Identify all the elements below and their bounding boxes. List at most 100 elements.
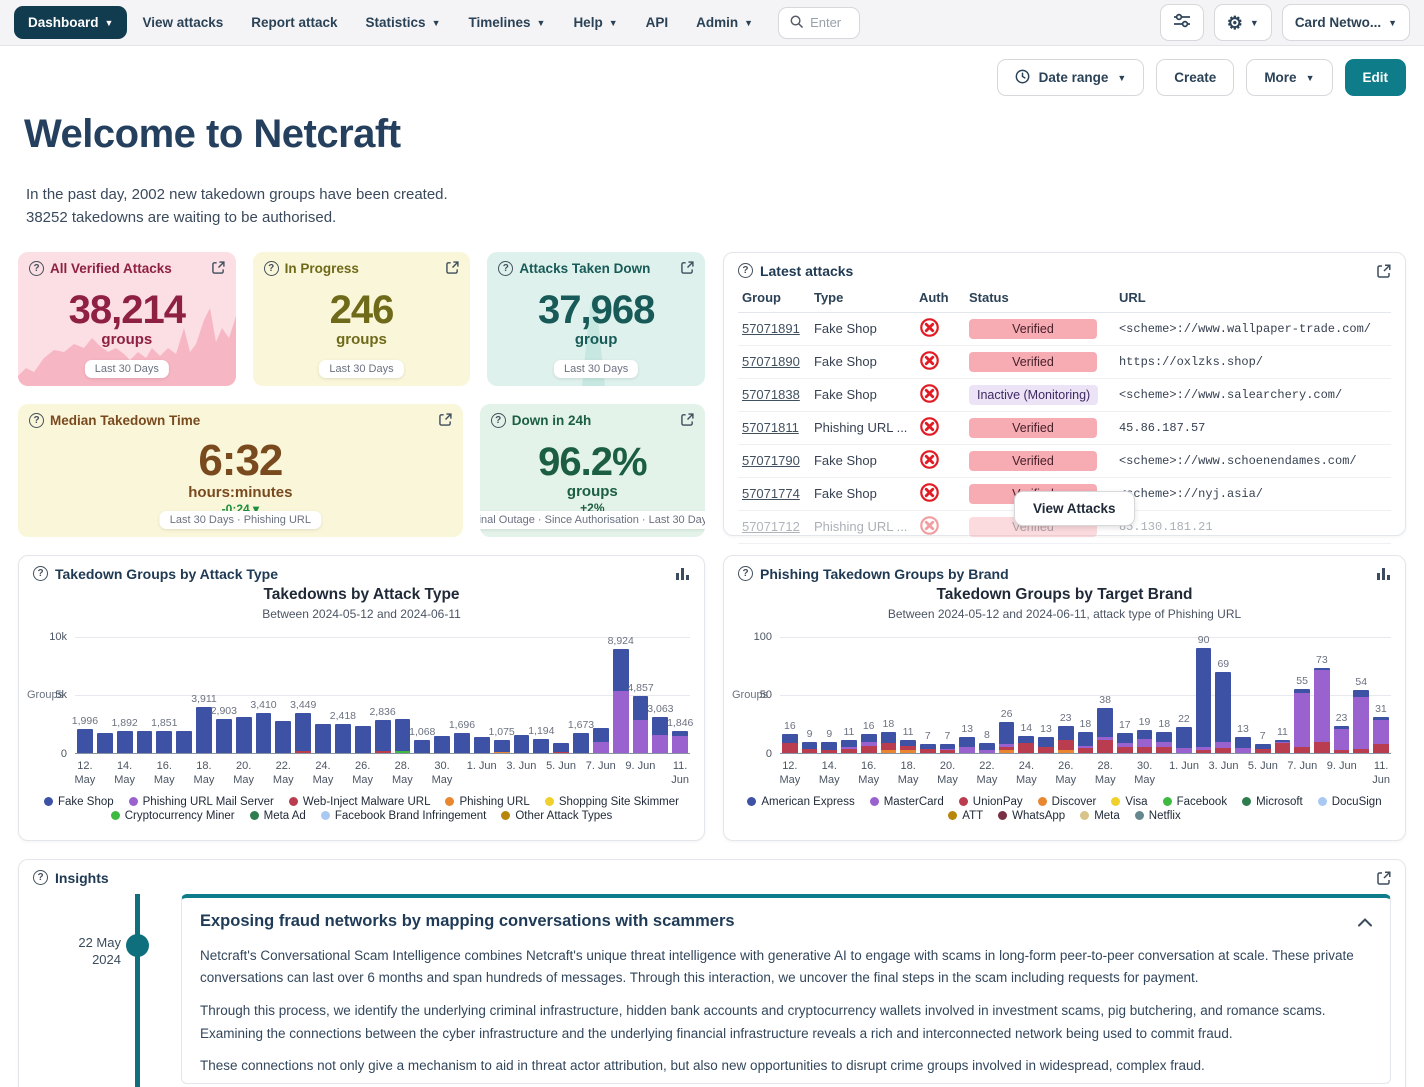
search-input[interactable]: Enter xyxy=(778,7,860,39)
legend-item-fake-shop[interactable]: Fake Shop xyxy=(44,796,114,808)
bar-8-jun[interactable]: 73 xyxy=(1314,637,1330,753)
bar-16-may[interactable]: 1,851 xyxy=(156,637,172,753)
settings-button[interactable]: ⚙ ▼ xyxy=(1214,4,1272,41)
bar-25-may[interactable]: 13 xyxy=(1038,637,1054,753)
bar-3-jun[interactable]: 69 xyxy=(1215,637,1231,753)
date-range-button[interactable]: Date range ▼ xyxy=(997,59,1145,96)
bar-10-jun[interactable]: 3,063 xyxy=(652,637,668,753)
bar-7-jun[interactable]: 55 xyxy=(1294,637,1310,753)
legend-item-meta-ad[interactable]: Meta Ad xyxy=(250,810,306,822)
bar-8-jun[interactable]: 8,924 xyxy=(613,637,629,753)
bar-2-jun[interactable]: 1,075 xyxy=(494,637,510,753)
bar-26-may[interactable]: 23 xyxy=(1058,637,1074,753)
bar-6-jun[interactable]: 11 xyxy=(1275,637,1291,753)
nav-item-timelines[interactable]: Timelines▼ xyxy=(455,7,558,38)
bar-16-may[interactable]: 16 xyxy=(861,637,877,753)
help-circle-icon[interactable]: ? xyxy=(738,263,753,278)
bar-23-may[interactable]: 26 xyxy=(999,637,1015,753)
view-attacks-button[interactable]: View Attacks xyxy=(1014,491,1135,526)
group-id-link[interactable]: 57071811 xyxy=(742,420,799,435)
chevron-up-icon[interactable] xyxy=(1358,914,1372,932)
legend-item-whatsapp[interactable]: WhatsApp xyxy=(998,810,1065,822)
bar-19-may[interactable]: 7 xyxy=(920,637,936,753)
bar-4-jun[interactable]: 13 xyxy=(1235,637,1251,753)
bar-10-jun[interactable]: 54 xyxy=(1353,637,1369,753)
bar-12-may[interactable]: 16 xyxy=(782,637,798,753)
legend-item-visa[interactable]: Visa xyxy=(1111,796,1147,808)
help-circle-icon[interactable]: ? xyxy=(33,566,48,581)
bar-29-may[interactable]: 1,068 xyxy=(414,637,430,753)
bar-1-jun[interactable] xyxy=(474,637,490,753)
nav-item-help[interactable]: Help▼ xyxy=(560,7,630,38)
help-circle-icon[interactable]: ? xyxy=(264,261,279,276)
group-id-link[interactable]: 57071838 xyxy=(742,387,800,402)
bar-6-jun[interactable]: 1,673 xyxy=(573,637,589,753)
legend-item-docusign[interactable]: DocuSign xyxy=(1318,796,1382,808)
bar-14-may[interactable]: 1,892 xyxy=(117,637,133,753)
bar-27-may[interactable]: 2,836 xyxy=(375,637,391,753)
bar-31-may[interactable]: 1,696 xyxy=(454,637,470,753)
help-circle-icon[interactable]: ? xyxy=(29,413,44,428)
legend-item-unionpay[interactable]: UnionPay xyxy=(959,796,1023,808)
legend-item-shopping-site-skimmer[interactable]: Shopping Site Skimmer xyxy=(545,796,679,808)
bar-20-may[interactable] xyxy=(236,637,252,753)
bar-20-may[interactable]: 7 xyxy=(940,637,956,753)
legend-item-other-attack-types[interactable]: Other Attack Types xyxy=(501,810,612,822)
group-id-link[interactable]: 57071790 xyxy=(742,453,800,468)
help-circle-icon[interactable]: ? xyxy=(738,566,753,581)
auth-denied-icon[interactable] xyxy=(919,425,940,440)
external-link-icon[interactable] xyxy=(212,261,225,274)
bar-11-jun[interactable]: 31 xyxy=(1373,637,1389,753)
help-circle-icon[interactable]: ? xyxy=(29,261,44,276)
bar-27-may[interactable]: 18 xyxy=(1078,637,1094,753)
bar-13-may[interactable]: 9 xyxy=(802,637,818,753)
nav-item-dashboard[interactable]: Dashboard▼ xyxy=(14,6,127,39)
nav-item-report-attack[interactable]: Report attack xyxy=(238,7,350,38)
legend-item-phishing-url[interactable]: Phishing URL xyxy=(445,796,529,808)
legend-item-netflix[interactable]: Netflix xyxy=(1135,810,1181,822)
nav-item-api[interactable]: API xyxy=(633,7,682,38)
bar-1-jun[interactable]: 22 xyxy=(1176,637,1192,753)
bar-7-jun[interactable] xyxy=(593,637,609,753)
bar-21-may[interactable]: 13 xyxy=(959,637,975,753)
edit-button[interactable]: Edit xyxy=(1345,59,1407,96)
legend-item-phishing-url-mail-server[interactable]: Phishing URL Mail Server xyxy=(129,796,274,808)
bar-25-may[interactable]: 2,418 xyxy=(335,637,351,753)
legend-item-facebook[interactable]: Facebook xyxy=(1163,796,1228,808)
bar-28-may[interactable]: 38 xyxy=(1097,637,1113,753)
bar-22-may[interactable]: 8 xyxy=(979,637,995,753)
bar-17-may[interactable] xyxy=(176,637,192,753)
bar-3-jun[interactable] xyxy=(514,637,530,753)
external-link-icon[interactable] xyxy=(439,413,452,426)
group-id-link[interactable]: 57071890 xyxy=(742,354,800,369)
nav-item-admin[interactable]: Admin▼ xyxy=(683,7,766,38)
bar-26-may[interactable] xyxy=(355,637,371,753)
group-id-link[interactable]: 57071774 xyxy=(742,486,800,501)
nav-item-statistics[interactable]: Statistics▼ xyxy=(353,7,454,38)
bar-30-may[interactable] xyxy=(434,637,450,753)
bar-13-may[interactable] xyxy=(97,637,113,753)
bar-24-may[interactable] xyxy=(315,637,331,753)
external-link-icon[interactable] xyxy=(446,261,459,274)
auth-denied-icon[interactable] xyxy=(919,392,940,407)
bar-15-may[interactable] xyxy=(137,637,153,753)
bar-18-may[interactable]: 3,911 xyxy=(196,637,212,753)
account-menu-button[interactable]: Card Netwo... ▼ xyxy=(1282,4,1410,41)
bar-22-may[interactable] xyxy=(275,637,291,753)
auth-denied-icon[interactable] xyxy=(919,326,940,341)
bar-chart-icon[interactable] xyxy=(1376,567,1391,581)
bar-5-jun[interactable] xyxy=(553,637,569,753)
bar-12-may[interactable]: 1,996 xyxy=(77,637,93,753)
external-link-icon[interactable] xyxy=(681,413,694,426)
legend-item-microsoft[interactable]: Microsoft xyxy=(1242,796,1303,808)
bar-21-may[interactable]: 3,410 xyxy=(256,637,272,753)
bar-17-may[interactable]: 18 xyxy=(881,637,897,753)
legend-item-discover[interactable]: Discover xyxy=(1038,796,1097,808)
bar-chart-icon[interactable] xyxy=(675,567,690,581)
auth-denied-icon[interactable] xyxy=(919,359,940,374)
more-button[interactable]: More ▼ xyxy=(1246,59,1332,96)
legend-item-meta[interactable]: Meta xyxy=(1080,810,1120,822)
legend-item-mastercard[interactable]: MasterCard xyxy=(870,796,944,808)
legend-item-facebook-brand-infringement[interactable]: Facebook Brand Infringement xyxy=(321,810,487,822)
help-circle-icon[interactable]: ? xyxy=(498,261,513,276)
